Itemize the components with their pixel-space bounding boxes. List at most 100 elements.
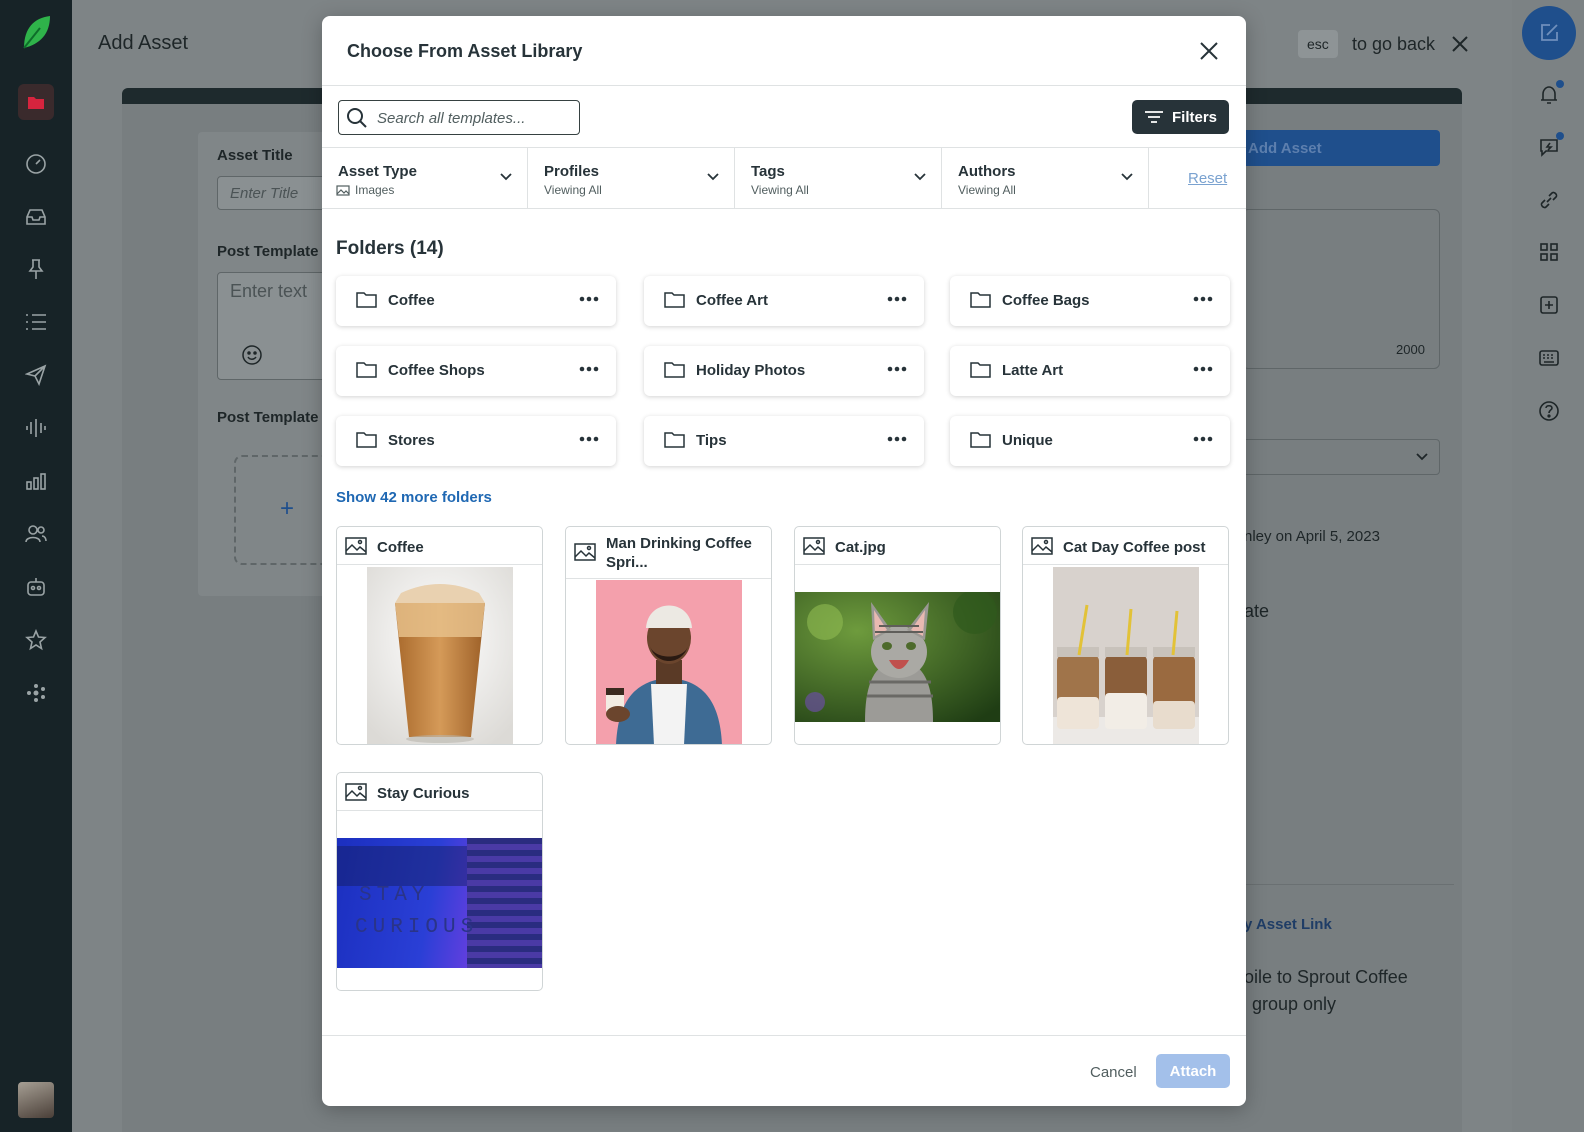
more-options-icon[interactable] — [578, 429, 600, 449]
page-title: Add Asset — [98, 32, 189, 54]
page-close-icon[interactable] — [1448, 32, 1472, 56]
image-icon — [336, 184, 350, 196]
nav-integrations-icon[interactable] — [22, 679, 50, 707]
folder-icon — [356, 362, 377, 378]
chevron-down-icon — [707, 173, 719, 181]
show-more-folders-link[interactable]: Show 42 more folders — [336, 489, 492, 506]
folder-name: Coffee Art — [696, 292, 768, 309]
folder-card[interactable]: Coffee Shops — [336, 346, 616, 396]
modal-header: Choose From Asset Library — [322, 16, 1246, 86]
add-asset-button[interactable]: Add Asset — [1242, 130, 1440, 166]
add-box-icon[interactable] — [1536, 292, 1562, 318]
user-avatar[interactable] — [18, 1082, 54, 1118]
filter-value: Viewing All — [751, 183, 809, 197]
asset-card[interactable]: Cat.jpg — [794, 526, 1001, 745]
apps-grid-icon[interactable] — [1536, 239, 1562, 265]
filter-label: Authors — [958, 163, 1016, 180]
more-options-icon[interactable] — [578, 289, 600, 309]
folder-card[interactable]: Latte Art — [950, 346, 1230, 396]
asset-card[interactable]: Man Drinking Coffee Spri... — [565, 526, 772, 745]
nav-reports-icon[interactable] — [22, 467, 50, 495]
more-options-icon[interactable] — [1192, 359, 1214, 379]
compose-button[interactable] — [1522, 6, 1576, 60]
modal-title: Choose From Asset Library — [347, 41, 583, 61]
image-icon — [345, 783, 367, 801]
nav-reviews-icon[interactable] — [22, 626, 50, 654]
search-box — [338, 100, 580, 135]
right-rail — [1512, 0, 1584, 1132]
plus-icon: + — [280, 495, 295, 522]
image-icon — [345, 537, 367, 555]
nav-list-icon[interactable] — [22, 308, 50, 336]
sprout-logo-icon[interactable] — [20, 14, 52, 50]
help-icon[interactable] — [1536, 398, 1562, 424]
folder-icon — [970, 432, 991, 448]
asset-card-header: Man Drinking Coffee Spri... — [566, 527, 771, 579]
asset-link[interactable]: y Asset Link — [1244, 916, 1332, 933]
folder-card[interactable]: Unique — [950, 416, 1230, 466]
keyboard-icon[interactable] — [1536, 345, 1562, 371]
filter-row: Asset Type Images Profiles Viewing All T… — [322, 147, 1246, 209]
folder-card[interactable]: Coffee Art — [644, 276, 924, 326]
nav-listening-icon[interactable] — [22, 414, 50, 442]
link-icon[interactable] — [1536, 187, 1562, 213]
asset-card[interactable]: Cat Day Coffee post — [1022, 526, 1229, 745]
folder-card[interactable]: Coffee — [336, 276, 616, 326]
chevron-down-icon — [914, 173, 926, 181]
more-options-icon[interactable] — [578, 359, 600, 379]
messages-icon[interactable] — [1536, 132, 1564, 160]
upload-dropzone[interactable]: + — [234, 455, 334, 565]
reset-link[interactable]: Reset — [1188, 170, 1227, 187]
filter-lines-icon — [1144, 111, 1163, 123]
cancel-button[interactable]: Cancel — [1090, 1064, 1137, 1081]
nav-bot-icon[interactable] — [22, 573, 50, 601]
folder-card[interactable]: Coffee Bags — [950, 276, 1230, 326]
filter-authors[interactable]: Authors Viewing All — [942, 148, 1149, 209]
asset-card[interactable]: Stay Curious STAY CURIOUS — [336, 772, 543, 991]
nav-inbox-icon[interactable] — [22, 203, 50, 231]
man-drinking-coffee-image — [596, 580, 742, 744]
folder-name: Coffee Bags — [1002, 292, 1090, 309]
nav-dashboard-icon[interactable] — [22, 150, 50, 178]
folder-icon — [664, 292, 685, 308]
background-select[interactable] — [1242, 439, 1440, 475]
filters-label: Filters — [1171, 108, 1217, 126]
filter-asset-type[interactable]: Asset Type Images — [322, 148, 528, 209]
notifications-icon[interactable] — [1536, 80, 1564, 108]
emoji-icon[interactable] — [241, 344, 263, 366]
filter-tags[interactable]: Tags Viewing All — [735, 148, 942, 209]
folder-name: Coffee — [388, 292, 435, 309]
iced-coffee-jars-image — [1053, 567, 1199, 744]
iced-coffee-image — [367, 567, 513, 744]
more-options-icon[interactable] — [1192, 429, 1214, 449]
nav-asset-library-icon[interactable] — [18, 84, 54, 120]
folder-card[interactable]: Holiday Photos — [644, 346, 924, 396]
post-template-textarea[interactable]: Enter text — [217, 272, 337, 380]
enter-text-placeholder: Enter text — [230, 281, 308, 301]
folder-card[interactable]: Stores — [336, 416, 616, 466]
more-options-icon[interactable] — [886, 359, 908, 379]
ate-text: ate — [1244, 601, 1270, 621]
go-back-text: to go back — [1352, 34, 1436, 54]
filter-sub: Images — [336, 183, 394, 197]
asset-card[interactable]: Coffee — [336, 526, 543, 745]
folder-icon — [664, 362, 685, 378]
more-options-icon[interactable] — [886, 429, 908, 449]
folder-icon — [356, 292, 377, 308]
nav-pin-icon[interactable] — [22, 255, 50, 283]
close-icon[interactable] — [1198, 40, 1220, 62]
nav-publish-icon[interactable] — [22, 361, 50, 389]
folder-name: Holiday Photos — [696, 362, 806, 379]
filters-button[interactable]: Filters — [1132, 100, 1229, 134]
nav-people-icon[interactable] — [22, 520, 50, 548]
more-options-icon[interactable] — [886, 289, 908, 309]
folder-card[interactable]: Tips — [644, 416, 924, 466]
more-options-icon[interactable] — [1192, 289, 1214, 309]
asset-title-input[interactable]: Enter Title — [217, 176, 337, 210]
search-input[interactable] — [377, 107, 573, 129]
folder-icon — [664, 432, 685, 448]
filter-profiles[interactable]: Profiles Viewing All — [528, 148, 735, 209]
asset-card-header: Coffee — [337, 527, 542, 565]
asset-thumbnail — [367, 567, 513, 744]
attach-button[interactable]: Attach — [1156, 1054, 1230, 1088]
